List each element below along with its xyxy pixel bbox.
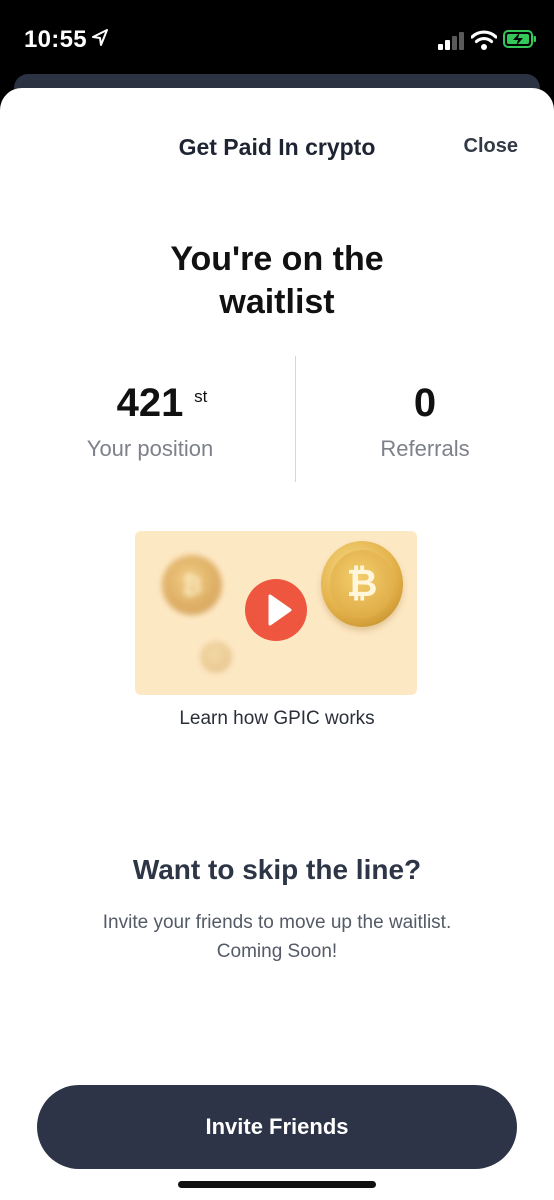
skip-text-line-1: Invite your friends to move up the waitl… bbox=[102, 912, 452, 933]
bitcoin-coin-icon bbox=[200, 641, 232, 673]
battery-charging-icon bbox=[503, 30, 536, 48]
video-thumbnail[interactable]: ₿ ₿ bbox=[135, 531, 417, 695]
position-stat: 421 st Your position bbox=[12, 378, 288, 462]
referrals-value: 0 bbox=[413, 381, 437, 425]
referrals-stat: 0 Referrals bbox=[296, 378, 554, 462]
skip-description: Invite your friends to move up the waitl… bbox=[0, 908, 554, 966]
skip-title: Want to skip the line? bbox=[132, 854, 422, 885]
headline-line-2: waitlist bbox=[219, 283, 335, 321]
referrals-label: Referrals bbox=[380, 436, 470, 461]
skip-text-line-2: Coming Soon! bbox=[216, 941, 338, 962]
invite-friends-button[interactable]: Invite Friends bbox=[37, 1085, 517, 1169]
position-label: Your position bbox=[86, 436, 214, 461]
cellular-signal-icon bbox=[438, 32, 464, 50]
video-caption: Learn how GPIC works bbox=[179, 708, 375, 729]
waitlist-headline: You're on the waitlist bbox=[0, 238, 554, 324]
bitcoin-coin-icon: ₿ bbox=[321, 541, 403, 627]
position-value-wrap: 421 st bbox=[116, 378, 208, 428]
position-value: 421 bbox=[116, 381, 184, 425]
position-suffix: st bbox=[194, 387, 208, 406]
headline-line-1: You're on the bbox=[170, 240, 384, 278]
coin-glyph: ₿ bbox=[181, 570, 203, 600]
play-icon bbox=[268, 594, 292, 626]
close-button[interactable]: Close bbox=[464, 135, 518, 158]
coin-face: ₿ bbox=[330, 550, 394, 618]
wifi-icon bbox=[471, 30, 497, 50]
waitlist-sheet: Get Paid In crypto Close You're on the w… bbox=[0, 88, 554, 1200]
location-arrow-icon bbox=[92, 29, 108, 46]
status-bar: 10:55 bbox=[0, 0, 554, 80]
bitcoin-coin-icon: ₿ bbox=[162, 555, 222, 615]
coin-glyph: ₿ bbox=[346, 563, 378, 605]
home-indicator bbox=[178, 1181, 376, 1188]
status-time: 10:55 bbox=[24, 26, 87, 53]
play-button[interactable] bbox=[245, 579, 307, 641]
